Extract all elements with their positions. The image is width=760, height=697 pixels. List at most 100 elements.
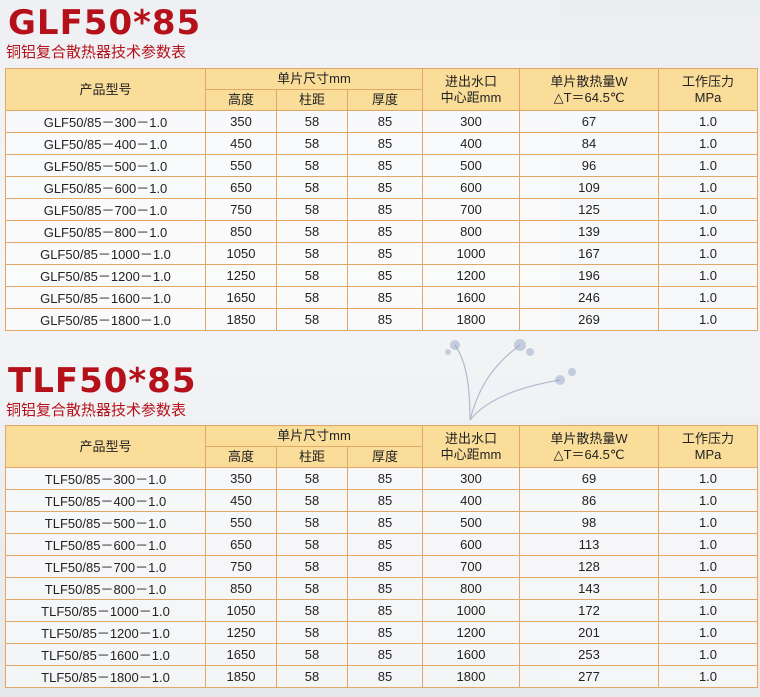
col-inlet-header-line2: 中心距mm xyxy=(440,89,502,105)
cell-pressure: 1.0 xyxy=(658,308,758,331)
cell-pressure: 1.0 xyxy=(658,176,758,199)
col-inlet-header-line1: 进出水口 xyxy=(444,430,497,446)
cell-spacing: 58 xyxy=(276,511,348,534)
cell-heat: 172 xyxy=(519,599,659,622)
cell-model: TLF50/85－1200－1.0 xyxy=(5,621,206,644)
cell-height: 750 xyxy=(205,555,277,578)
col-heat-header: 单片散热量W △T＝64.5℃ xyxy=(519,425,659,468)
table-row: TLF50/85－1600－1.0 1650 58 85 1600 253 1.0 xyxy=(5,643,758,666)
col-pressure-header-line2: MPa xyxy=(694,446,722,462)
cell-thickness: 85 xyxy=(347,467,423,490)
cell-model: TLF50/85－700－1.0 xyxy=(5,555,206,578)
glf-spec-table: 产品型号 单片尺寸mm 进出水口 中心距mm 单片散热量W △T＝64.5℃ 工… xyxy=(5,68,758,331)
col-heat-header-line1: 单片散热量W xyxy=(550,73,628,89)
cell-pressure: 1.0 xyxy=(658,110,758,133)
col-spacing-header: 柱距 xyxy=(276,89,348,111)
cell-height: 750 xyxy=(205,198,277,221)
cell-thickness: 85 xyxy=(347,599,423,622)
cell-model: TLF50/85－1000－1.0 xyxy=(5,599,206,622)
cell-heat: 269 xyxy=(519,308,659,331)
cell-pressure: 1.0 xyxy=(658,467,758,490)
cell-inlet: 400 xyxy=(422,489,520,512)
cell-inlet: 700 xyxy=(422,555,520,578)
cell-thickness: 85 xyxy=(347,555,423,578)
col-height-header: 高度 xyxy=(205,89,277,111)
cell-pressure: 1.0 xyxy=(658,533,758,556)
table-row: TLF50/85－1200－1.0 1250 58 85 1200 201 1.0 xyxy=(5,621,758,644)
cell-inlet: 400 xyxy=(422,132,520,155)
cell-inlet: 1000 xyxy=(422,242,520,265)
tlf-section: TLF50*85 铜铝复合散热器技术参数表 产品型号 单片尺寸mm 进出水口 中… xyxy=(0,357,760,697)
cell-inlet: 800 xyxy=(422,220,520,243)
cell-thickness: 85 xyxy=(347,286,423,309)
cell-pressure: 1.0 xyxy=(658,132,758,155)
col-heat-header-line1: 单片散热量W xyxy=(550,430,628,446)
cell-spacing: 58 xyxy=(276,599,348,622)
cell-height: 850 xyxy=(205,220,277,243)
col-spacing-header: 柱距 xyxy=(276,446,348,468)
cell-spacing: 58 xyxy=(276,110,348,133)
col-size-group-header: 单片尺寸mm xyxy=(205,425,423,447)
cell-heat: 113 xyxy=(519,533,659,556)
glf-title: GLF50*85 xyxy=(8,3,202,43)
cell-height: 450 xyxy=(205,132,277,155)
cell-height: 350 xyxy=(205,110,277,133)
cell-thickness: 85 xyxy=(347,643,423,666)
cell-spacing: 58 xyxy=(276,577,348,600)
cell-spacing: 58 xyxy=(276,489,348,512)
table-row: GLF50/85－700－1.0 750 58 85 700 125 1.0 xyxy=(5,198,758,221)
cell-pressure: 1.0 xyxy=(658,555,758,578)
cell-spacing: 58 xyxy=(276,308,348,331)
col-pressure-header-line2: MPa xyxy=(694,89,722,105)
cell-pressure: 1.0 xyxy=(658,577,758,600)
cell-inlet: 1800 xyxy=(422,308,520,331)
cell-pressure: 1.0 xyxy=(658,511,758,534)
table-row: GLF50/85－400－1.0 450 58 85 400 84 1.0 xyxy=(5,132,758,155)
cell-pressure: 1.0 xyxy=(658,154,758,177)
cell-inlet: 1000 xyxy=(422,599,520,622)
cell-thickness: 85 xyxy=(347,511,423,534)
glf-section: GLF50*85 铜铝复合散热器技术参数表 产品型号 单片尺寸mm 进出水口 中… xyxy=(0,0,760,340)
cell-spacing: 58 xyxy=(276,286,348,309)
tlf-subtitle: 铜铝复合散热器技术参数表 xyxy=(6,401,187,419)
cell-inlet: 500 xyxy=(422,511,520,534)
cell-spacing: 58 xyxy=(276,176,348,199)
cell-heat: 86 xyxy=(519,489,659,512)
cell-heat: 246 xyxy=(519,286,659,309)
cell-model: TLF50/85－1600－1.0 xyxy=(5,643,206,666)
cell-spacing: 58 xyxy=(276,198,348,221)
cell-inlet: 1200 xyxy=(422,264,520,287)
table-row: TLF50/85－600－1.0 650 58 85 600 113 1.0 xyxy=(5,533,758,556)
cell-model: GLF50/85－500－1.0 xyxy=(5,154,206,177)
cell-thickness: 85 xyxy=(347,665,423,688)
cell-heat: 128 xyxy=(519,555,659,578)
cell-pressure: 1.0 xyxy=(658,264,758,287)
cell-inlet: 1200 xyxy=(422,621,520,644)
cell-model: GLF50/85－1200－1.0 xyxy=(5,264,206,287)
cell-model: GLF50/85－1800－1.0 xyxy=(5,308,206,331)
cell-height: 1650 xyxy=(205,286,277,309)
cell-model: TLF50/85－800－1.0 xyxy=(5,577,206,600)
cell-heat: 253 xyxy=(519,643,659,666)
cell-pressure: 1.0 xyxy=(658,599,758,622)
cell-spacing: 58 xyxy=(276,621,348,644)
col-pressure-header: 工作压力 MPa xyxy=(658,425,758,468)
table-row: GLF50/85－300－1.0 350 58 85 300 67 1.0 xyxy=(5,110,758,133)
cell-thickness: 85 xyxy=(347,132,423,155)
cell-spacing: 58 xyxy=(276,555,348,578)
table-row: TLF50/85－500－1.0 550 58 85 500 98 1.0 xyxy=(5,511,758,534)
table-row: TLF50/85－1000－1.0 1050 58 85 1000 172 1.0 xyxy=(5,599,758,622)
cell-height: 650 xyxy=(205,533,277,556)
cell-model: TLF50/85－400－1.0 xyxy=(5,489,206,512)
col-heat-header: 单片散热量W △T＝64.5℃ xyxy=(519,68,659,111)
cell-spacing: 58 xyxy=(276,533,348,556)
cell-spacing: 58 xyxy=(276,154,348,177)
table-row: GLF50/85－1600－1.0 1650 58 85 1600 246 1.0 xyxy=(5,286,758,309)
cell-heat: 143 xyxy=(519,577,659,600)
cell-pressure: 1.0 xyxy=(658,198,758,221)
col-thickness-header: 厚度 xyxy=(347,89,423,111)
cell-heat: 109 xyxy=(519,176,659,199)
col-inlet-header-line2: 中心距mm xyxy=(440,446,502,462)
cell-heat: 201 xyxy=(519,621,659,644)
cell-spacing: 58 xyxy=(276,665,348,688)
